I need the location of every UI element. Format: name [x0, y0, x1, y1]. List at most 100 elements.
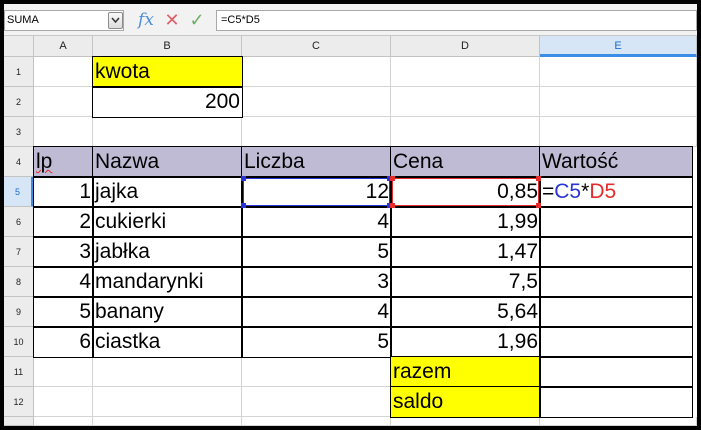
formula-ref-d5: D5	[589, 180, 617, 203]
cell-b3[interactable]	[93, 117, 242, 147]
reference-highlight-d5	[392, 178, 539, 206]
cell-wartosc[interactable]	[539, 326, 693, 358]
column-header-b[interactable]: B	[93, 36, 242, 57]
cell-e2[interactable]	[540, 87, 697, 117]
cell-e3[interactable]	[540, 117, 697, 147]
cell-nazwa[interactable]: jabłka	[92, 236, 243, 268]
accept-icon[interactable]: ✓	[186, 9, 208, 31]
razem-label-cell[interactable]: razem	[390, 356, 541, 388]
cell-d13[interactable]	[391, 417, 540, 426]
cell-liczba[interactable]: 4	[241, 206, 392, 238]
row-header-5[interactable]: 5	[4, 177, 34, 207]
cell-c12[interactable]	[242, 387, 391, 417]
reference-highlight-c5	[243, 178, 390, 206]
reference-handle-d5-tl[interactable]	[390, 176, 395, 181]
cell-wartosc[interactable]	[539, 236, 693, 268]
cell-lp[interactable]: 6	[33, 326, 94, 358]
saldo-label-cell[interactable]: saldo	[390, 386, 541, 418]
active-cell-e5[interactable]: =C5*D5	[539, 176, 693, 208]
select-all-corner[interactable]	[4, 36, 34, 57]
function-wizard-icon[interactable]: fx	[134, 9, 158, 31]
cell-nazwa[interactable]: cukierki	[92, 206, 243, 238]
row-header-3[interactable]: 3	[4, 117, 34, 147]
cell-b13[interactable]	[93, 417, 242, 426]
kwota-value-cell[interactable]: 200	[92, 86, 243, 118]
reference-handle-c5-bl[interactable]	[241, 203, 246, 208]
cell-liczba[interactable]: 3	[241, 266, 392, 298]
cell-d1[interactable]	[391, 57, 540, 87]
cell-lp[interactable]: 5	[33, 296, 94, 328]
cell-wartosc[interactable]	[539, 206, 693, 238]
cell-e1[interactable]	[540, 57, 697, 87]
cell-cena[interactable]: 7,5	[390, 266, 541, 298]
cell-nazwa[interactable]: mandarynki	[92, 266, 243, 298]
cell-lp[interactable]: 3	[33, 236, 94, 268]
row-header-8[interactable]: 8	[4, 267, 34, 297]
cancel-icon[interactable]: ✕	[161, 9, 183, 31]
formula-input[interactable]: =C5*D5	[216, 10, 697, 31]
cell-cena[interactable]: 1,47	[390, 236, 541, 268]
header-cell-wartosc[interactable]: Wartość	[539, 146, 693, 178]
cell-c11[interactable]	[242, 357, 391, 387]
cell-a13[interactable]	[34, 417, 93, 426]
cell-b11[interactable]	[93, 357, 242, 387]
row-header-9[interactable]: 9	[4, 297, 34, 327]
row-header-4[interactable]: 4	[4, 147, 34, 177]
cell-e13[interactable]	[540, 417, 697, 426]
cell-nazwa[interactable]: jajka	[92, 176, 243, 208]
cell-a11[interactable]	[34, 357, 93, 387]
reference-handle-d5-bl[interactable]	[390, 203, 395, 208]
cell-liczba[interactable]: 4	[241, 296, 392, 328]
spreadsheet-window: SUMA fx ✕ ✓ =C5*D5 A B C D E 1 2 3 4 5 6…	[4, 4, 697, 426]
cell-b12[interactable]	[93, 387, 242, 417]
kwota-label-cell[interactable]: kwota	[92, 56, 243, 88]
row-header-7[interactable]: 7	[4, 237, 34, 267]
column-header-d[interactable]: D	[391, 36, 540, 57]
cell-liczba[interactable]: 5	[241, 236, 392, 268]
column-header-a[interactable]: A	[34, 36, 93, 57]
header-cell-liczba[interactable]: Liczba	[241, 146, 392, 178]
column-header-e[interactable]: E	[540, 36, 697, 57]
row-header-12[interactable]: 12	[4, 387, 34, 417]
name-box[interactable]: SUMA	[4, 10, 124, 31]
cell-a12[interactable]	[34, 387, 93, 417]
cell-c1[interactable]	[242, 57, 391, 87]
row-header-1[interactable]: 1	[4, 57, 34, 87]
saldo-value-cell[interactable]	[539, 386, 693, 418]
cell-d2[interactable]	[391, 87, 540, 117]
cell-wartosc[interactable]	[539, 296, 693, 328]
row-header-10[interactable]: 10	[4, 327, 34, 357]
cell-cena[interactable]: 1,99	[390, 206, 541, 238]
reference-handle-d5-tr[interactable]	[536, 176, 541, 181]
column-header-c[interactable]: C	[242, 36, 391, 57]
name-box-dropdown-button[interactable]	[108, 12, 123, 29]
razem-value-cell[interactable]	[539, 356, 693, 388]
cell-lp[interactable]: 1	[33, 176, 94, 208]
cell-nazwa[interactable]: ciastka	[92, 326, 243, 358]
row-header-13[interactable]	[4, 417, 34, 426]
header-cell-lp[interactable]: lp	[33, 146, 94, 178]
cell-cena[interactable]: 5,64	[390, 296, 541, 328]
cell-a2[interactable]	[34, 87, 93, 117]
cell-lp[interactable]: 4	[33, 266, 94, 298]
header-lp-text: lp	[36, 150, 53, 173]
cell-d3[interactable]	[391, 117, 540, 147]
cell-a3[interactable]	[34, 117, 93, 147]
cell-lp[interactable]: 2	[33, 206, 94, 238]
row-header-11[interactable]: 11	[4, 357, 34, 387]
row-header-2[interactable]: 2	[4, 87, 34, 117]
reference-handle-d5-br[interactable]	[536, 203, 541, 208]
header-cell-nazwa[interactable]: Nazwa	[92, 146, 243, 178]
header-cell-cena[interactable]: Cena	[390, 146, 541, 178]
cell-cena[interactable]: 1,96	[390, 326, 541, 358]
cell-liczba[interactable]: 5	[241, 326, 392, 358]
cell-c13[interactable]	[242, 417, 391, 426]
cell-nazwa[interactable]: banany	[92, 296, 243, 328]
cell-a1[interactable]	[34, 57, 93, 87]
cell-c2[interactable]	[242, 87, 391, 117]
row-header-6[interactable]: 6	[4, 207, 34, 237]
cell-wartosc[interactable]	[539, 266, 693, 298]
reference-handle-c5-tl[interactable]	[241, 176, 246, 181]
formula-bar: SUMA fx ✕ ✓ =C5*D5	[4, 4, 697, 36]
cell-c3[interactable]	[242, 117, 391, 147]
